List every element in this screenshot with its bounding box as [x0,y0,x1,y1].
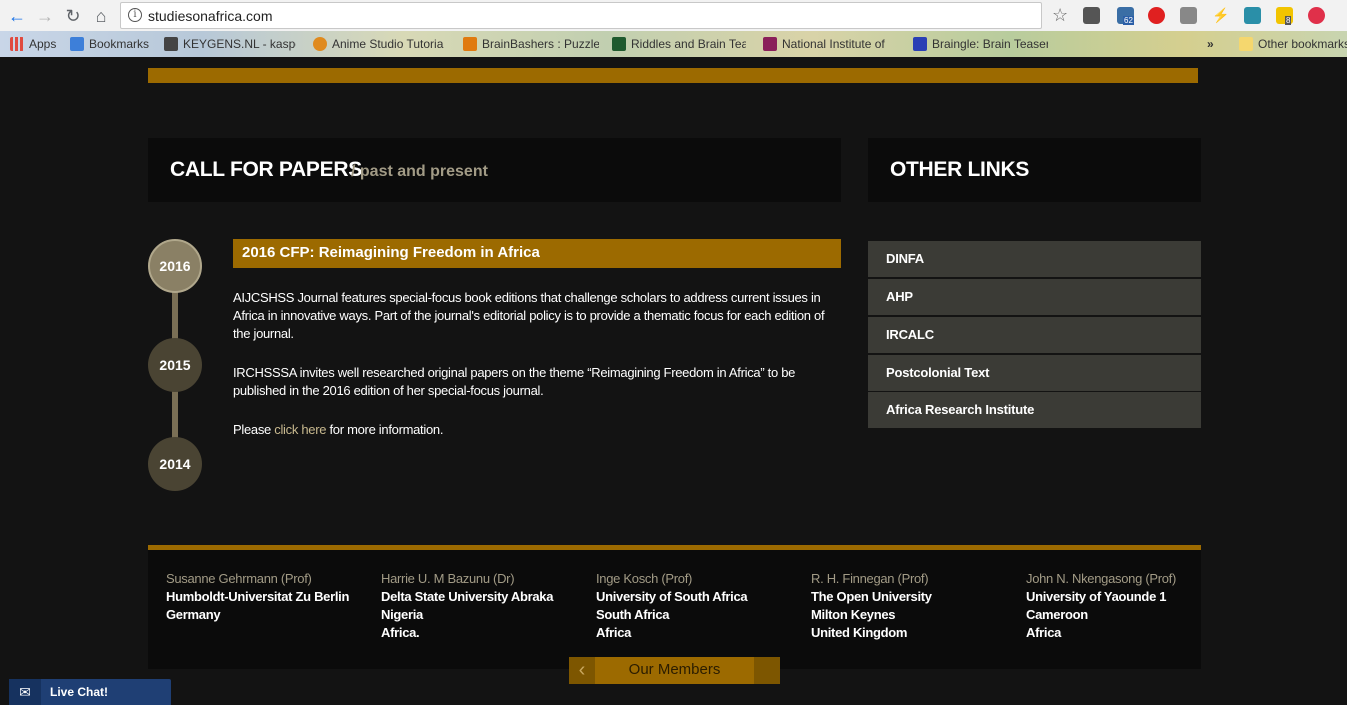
member-location: Milton Keynes [811,607,896,622]
member-name: Inge Kosch (Prof) [596,571,693,586]
cfp-paragraph: AIJCSHSS Journal features special-focus … [233,290,825,341]
extension-icon[interactable]: 8 [1276,7,1293,25]
site-icon [763,37,777,51]
bookmark-national-institute[interactable]: National Institute of [763,36,898,52]
member-name: John N. Nkengasong (Prof) [1026,571,1177,586]
bookmark-bookmarks[interactable]: Bookmarks [70,36,155,52]
our-members-label: Our Members [628,661,721,678]
extension-icon[interactable] [1180,7,1197,24]
member-institution: University of South Africa [596,589,748,604]
member-name: Susanne Gehrmann (Prof) [166,571,312,586]
opera-extension-icon[interactable] [1148,7,1165,24]
member-name: R. H. Finnegan (Prof) [811,571,929,586]
address-bar[interactable]: i studiesonafrica.com [120,2,1042,29]
call-for-papers-header: CALL FOR PAPERS / past and present [148,138,841,202]
member-location: United Kingdom [811,625,908,640]
bookmark-apps[interactable]: Apps [10,36,66,52]
cfp-entry-title: 2016 CFP: Reimagining Freedom in Africa [233,239,841,268]
other-link-africa-research-institute[interactable]: Africa Research Institute [868,392,1201,428]
member-name: Harrie U. M Bazunu (Dr) [381,571,515,586]
bookmark-keygens[interactable]: KEYGENS.NL - kasper [164,36,296,52]
member-institution: Delta State University Abraka [381,589,554,604]
member-card: John N. Nkengasong (Prof) University of … [1026,570,1226,642]
member-card: Susanne Gehrmann (Prof) Humboldt-Univers… [166,570,366,624]
member-card: Inge Kosch (Prof) University of South Af… [596,570,796,642]
extension-icon[interactable]: 62 [1117,7,1134,25]
bookmark-star-icon[interactable]: ☆ [1052,5,1068,26]
info-icon[interactable]: i [128,8,142,22]
bookmark-anime-studio[interactable]: Anime Studio Tutoria [313,36,446,52]
member-location: Africa [1026,625,1062,640]
extension-icon[interactable] [1308,7,1325,24]
year-2014-button[interactable]: 2014 [148,437,202,491]
section-title: OTHER LINKS [890,158,1030,181]
other-links-header: OTHER LINKS [868,138,1201,202]
member-card: R. H. Finnegan (Prof) The Open Universit… [811,570,1011,642]
bookmark-brainbashers[interactable]: BrainBashers : Puzzles [463,36,599,52]
bookmark-braingle[interactable]: Braingle: Brain Teaser [913,36,1048,52]
forward-icon[interactable]: → [34,5,56,27]
site-icon [913,37,927,51]
section-title: CALL FOR PAPERS [170,158,362,181]
chevron-right-button[interactable] [754,657,780,684]
other-link-postcolonial-text[interactable]: Postcolonial Text [868,355,1201,391]
apps-grid-icon [10,37,24,51]
browser-toolbar: ← → ↻ ⌂ i studiesonafrica.com ☆ 62 ⚡ 8 [0,0,1347,31]
members-panel: Susanne Gehrmann (Prof) Humboldt-Univers… [148,545,1201,669]
member-location: South Africa [596,607,670,622]
section-subtitle: / past and present [351,163,488,180]
cfp-paragraph: IRCHSSSA invites well researched origina… [233,365,796,398]
member-institution: University of Yaounde 1 [1026,589,1167,604]
url-text: studiesonafrica.com [148,8,273,24]
envelope-icon: ✉ [9,679,41,705]
year-2015-button[interactable]: 2015 [148,338,202,392]
member-institution: Humboldt-Universitat Zu Berlin [166,589,350,604]
site-icon [463,37,477,51]
extension-badge: 62 [1123,16,1134,25]
back-icon[interactable]: ← [6,5,28,27]
top-accent-bar [148,68,1198,83]
member-location: Africa [596,625,632,640]
chevron-left-icon[interactable]: ‹ [569,657,595,684]
member-institution: The Open University [811,589,932,604]
folder-icon [1239,37,1253,51]
cfp-more-info: Please click here for more information. [233,422,444,437]
bookmarks-bar: Apps Bookmarks KEYGENS.NL - kasper Anime… [0,31,1347,57]
other-link-ahp[interactable]: AHP [868,279,1201,315]
member-card: Harrie U. M Bazunu (Dr) Delta State Univ… [381,570,581,642]
member-location: Cameroon [1026,607,1088,622]
other-link-ircalc[interactable]: IRCALC [868,317,1201,353]
click-here-link[interactable]: click here [274,422,326,437]
extension-icon[interactable] [1244,7,1261,24]
site-icon [164,37,178,51]
live-chat-button[interactable]: ✉ Live Chat! [9,679,171,705]
member-location: Germany [166,607,221,622]
member-location: Nigeria [381,607,423,622]
year-2016-button[interactable]: 2016 [148,239,202,293]
site-icon [313,37,327,51]
bookmark-riddles[interactable]: Riddles and Brain Tea [612,36,746,52]
other-bookmarks[interactable]: Other bookmarks [1239,36,1347,52]
star-icon [70,37,84,51]
site-icon [612,37,626,51]
home-icon[interactable]: ⌂ [90,5,112,27]
lightning-extension-icon[interactable]: ⚡ [1212,7,1229,24]
reload-icon[interactable]: ↻ [62,5,84,27]
member-location: Africa. [381,625,420,640]
more-bookmarks-icon[interactable]: » [1207,36,1221,52]
other-link-dinfa[interactable]: DINFA [868,241,1201,277]
our-members-tab[interactable]: ‹ Our Members [569,657,780,684]
live-chat-label: Live Chat! [50,685,109,699]
pocket-extension-icon[interactable] [1083,7,1100,24]
extension-badge: 8 [1285,16,1292,25]
